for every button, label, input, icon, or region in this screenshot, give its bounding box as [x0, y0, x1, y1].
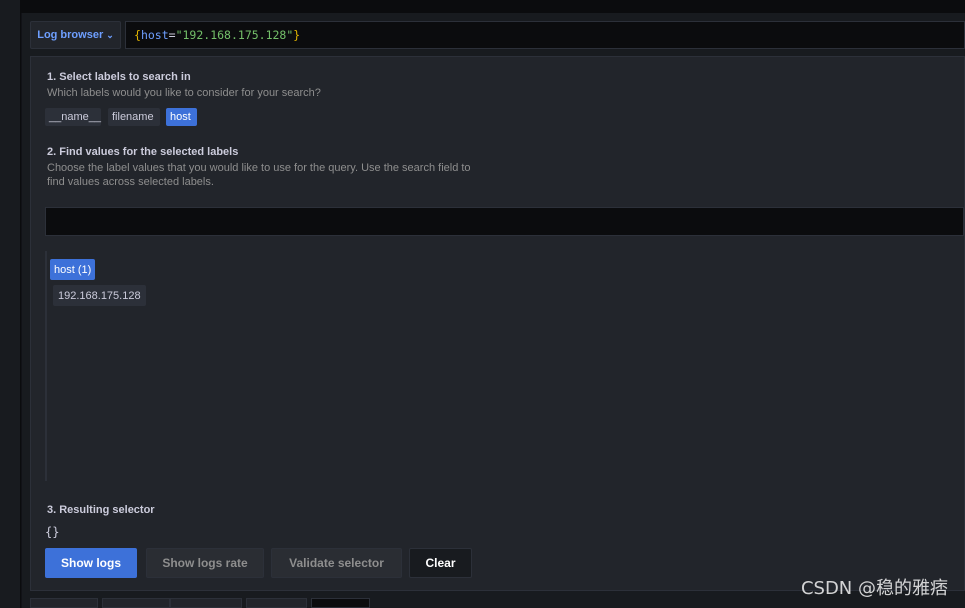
- step1-title: 1. Select labels to search in: [47, 71, 191, 83]
- top-bar: [0, 0, 965, 13]
- clear-label: Clear: [425, 556, 456, 570]
- label-chip-host[interactable]: host: [166, 108, 197, 126]
- bottom-tab[interactable]: [170, 598, 242, 608]
- label-browser: 1. Select labels to search in Which labe…: [30, 56, 965, 591]
- query-open-brace: {: [134, 28, 141, 42]
- clear-button[interactable]: Clear: [409, 548, 472, 578]
- label-group-host[interactable]: host (1): [50, 259, 96, 280]
- validate-selector-label: Validate selector: [289, 556, 384, 570]
- query-value: "192.168.175.128": [175, 28, 294, 42]
- label-value-search-input[interactable]: [45, 207, 964, 236]
- step2-title: 2. Find values for the selected labels: [47, 146, 239, 158]
- left-rail: [0, 0, 21, 608]
- label-chip-text: host: [170, 111, 191, 123]
- show-logs-rate-button[interactable]: Show logs rate: [146, 548, 264, 578]
- show-logs-button[interactable]: Show logs: [45, 548, 137, 578]
- query-panel: Log browser ⌄ {host = "192.168.175.128"} 1…: [22, 13, 965, 608]
- log-browser-label: Log browser: [37, 29, 104, 41]
- query-equals: =: [168, 28, 176, 42]
- query-input[interactable]: {host = "192.168.175.128"}: [125, 21, 965, 49]
- log-browser-button[interactable]: Log browser ⌄: [30, 21, 121, 49]
- bottom-tab[interactable]: [246, 598, 307, 608]
- bottom-tab[interactable]: [30, 598, 98, 608]
- bottom-tab[interactable]: [102, 598, 170, 608]
- step2-description-line1: Choose the label values that you would l…: [47, 162, 471, 174]
- label-group-text: host (1): [54, 263, 92, 276]
- label-chip-name[interactable]: __name__: [45, 108, 101, 126]
- step2-description-line2: find values across selected labels.: [47, 176, 214, 188]
- step1-description: Which labels would you like to consider …: [47, 87, 321, 99]
- csdn-watermark: CSDN @稳的雅痞: [800, 578, 948, 599]
- label-chip-filename[interactable]: filename: [108, 108, 160, 126]
- bottom-tab[interactable]: [311, 598, 370, 608]
- label-value-chip[interactable]: 192.168.175.128: [53, 285, 146, 306]
- validate-selector-button[interactable]: Validate selector: [271, 548, 402, 578]
- label-chip-text: __name__: [49, 111, 101, 123]
- values-list-divider: [45, 251, 47, 481]
- resulting-selector: {}: [45, 525, 60, 539]
- query-row: Log browser ⌄ {host = "192.168.175.128"}: [30, 21, 965, 51]
- step3-title: 3. Resulting selector: [47, 504, 155, 516]
- show-logs-label: Show logs: [61, 556, 121, 570]
- chevron-down-icon: ⌄: [106, 29, 114, 40]
- label-chip-text: filename: [112, 111, 154, 123]
- label-value-text: 192.168.175.128: [58, 289, 141, 302]
- show-logs-rate-label: Show logs rate: [162, 556, 248, 570]
- query-close-brace: }: [293, 28, 301, 42]
- query-key: host: [140, 28, 169, 42]
